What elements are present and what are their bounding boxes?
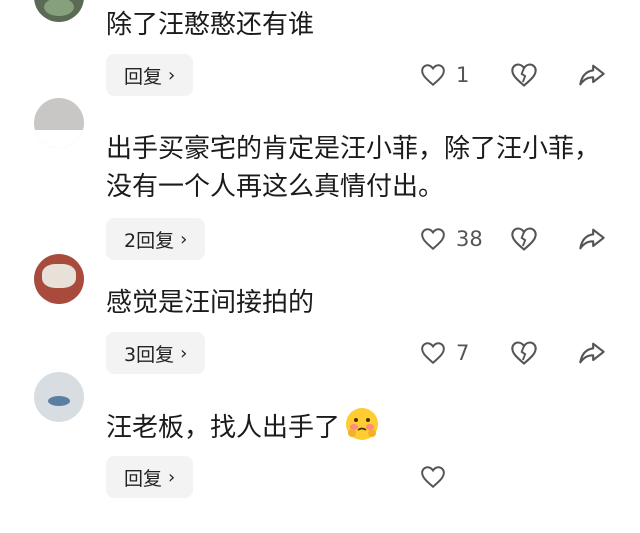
chevron-right-icon: › bbox=[180, 342, 188, 364]
chevron-right-icon: › bbox=[168, 64, 176, 86]
share-button[interactable] bbox=[578, 218, 606, 260]
heart-icon bbox=[421, 228, 445, 251]
like-count: 38 bbox=[456, 227, 483, 251]
chevron-right-icon: › bbox=[168, 466, 176, 488]
dislike-button[interactable] bbox=[510, 218, 538, 260]
reply-label: 2回复 bbox=[124, 229, 175, 252]
dislike-button[interactable] bbox=[510, 332, 538, 374]
chevron-right-icon: › bbox=[180, 228, 188, 250]
broken-heart-icon bbox=[511, 63, 537, 87]
reply-label: 回复 bbox=[124, 467, 163, 490]
comment-text: 除了汪憨憨还有谁 bbox=[106, 10, 315, 40]
broken-heart-icon bbox=[511, 341, 537, 365]
heart-icon bbox=[421, 64, 445, 87]
share-arrow-icon bbox=[579, 228, 605, 250]
like-button[interactable] bbox=[420, 456, 446, 498]
share-arrow-icon bbox=[579, 64, 605, 86]
like-button[interactable]: 1 bbox=[420, 54, 469, 96]
shy-face-emoji bbox=[344, 406, 380, 442]
comment-text: 汪老板，找人出手了 bbox=[106, 406, 606, 447]
avatar[interactable] bbox=[34, 0, 84, 22]
reply-button[interactable]: 2回复 › bbox=[106, 218, 206, 260]
broken-heart-icon bbox=[511, 227, 537, 251]
reply-label: 3回复 bbox=[124, 343, 175, 366]
like-button[interactable]: 38 bbox=[420, 218, 483, 260]
share-arrow-icon bbox=[579, 342, 605, 364]
reply-label: 回复 bbox=[124, 65, 163, 88]
reply-button[interactable]: 3回复 › bbox=[106, 332, 206, 374]
avatar[interactable] bbox=[34, 98, 84, 148]
comment-text: 感觉是汪间接拍的 bbox=[106, 288, 315, 318]
avatar[interactable] bbox=[34, 254, 84, 304]
avatar[interactable] bbox=[34, 372, 84, 422]
heart-icon bbox=[421, 342, 445, 365]
comment-text: 出手买豪宅的肯定是汪小菲，除了汪小菲，没有一个人再这么真情付出。 bbox=[106, 134, 601, 202]
share-button[interactable] bbox=[578, 332, 606, 374]
share-button[interactable] bbox=[578, 54, 606, 96]
like-count: 1 bbox=[456, 63, 470, 87]
like-button[interactable]: 7 bbox=[420, 332, 469, 374]
reply-button[interactable]: 回复 › bbox=[106, 54, 194, 96]
reply-button[interactable]: 回复 › bbox=[106, 456, 194, 498]
heart-icon bbox=[421, 466, 445, 489]
dislike-button[interactable] bbox=[510, 54, 538, 96]
like-count: 7 bbox=[456, 341, 470, 365]
comment-body: 汪老板，找人出手了 bbox=[106, 413, 341, 443]
